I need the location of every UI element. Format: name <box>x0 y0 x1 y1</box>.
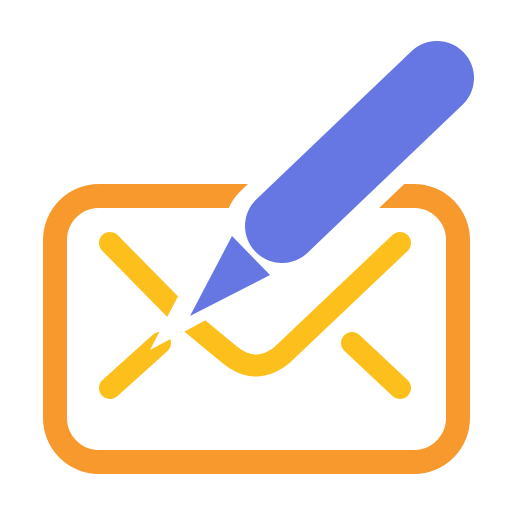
compose-mail-icon <box>43 24 491 474</box>
bottom-left-line <box>99 332 171 399</box>
bottom-right-line <box>341 332 411 399</box>
app-icon-canvas <box>0 0 512 512</box>
flap-left-line <box>99 232 186 320</box>
